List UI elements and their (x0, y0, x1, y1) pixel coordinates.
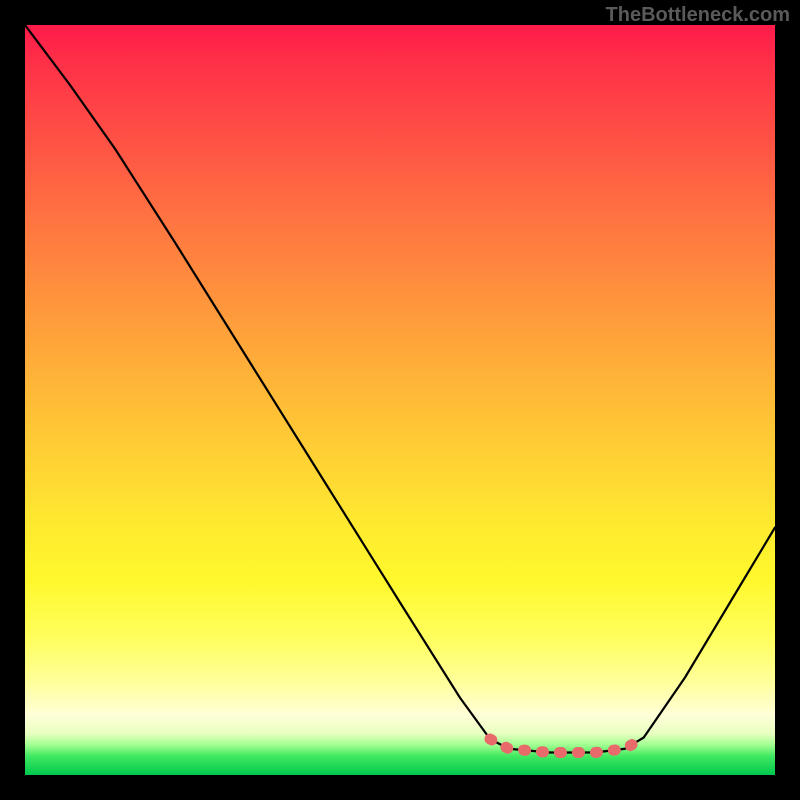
main-curve-line (25, 25, 775, 753)
chart-svg (25, 25, 775, 775)
highlight-segment (490, 738, 644, 753)
watermark-text: TheBottleneck.com (606, 4, 790, 27)
plot-area (25, 25, 775, 775)
